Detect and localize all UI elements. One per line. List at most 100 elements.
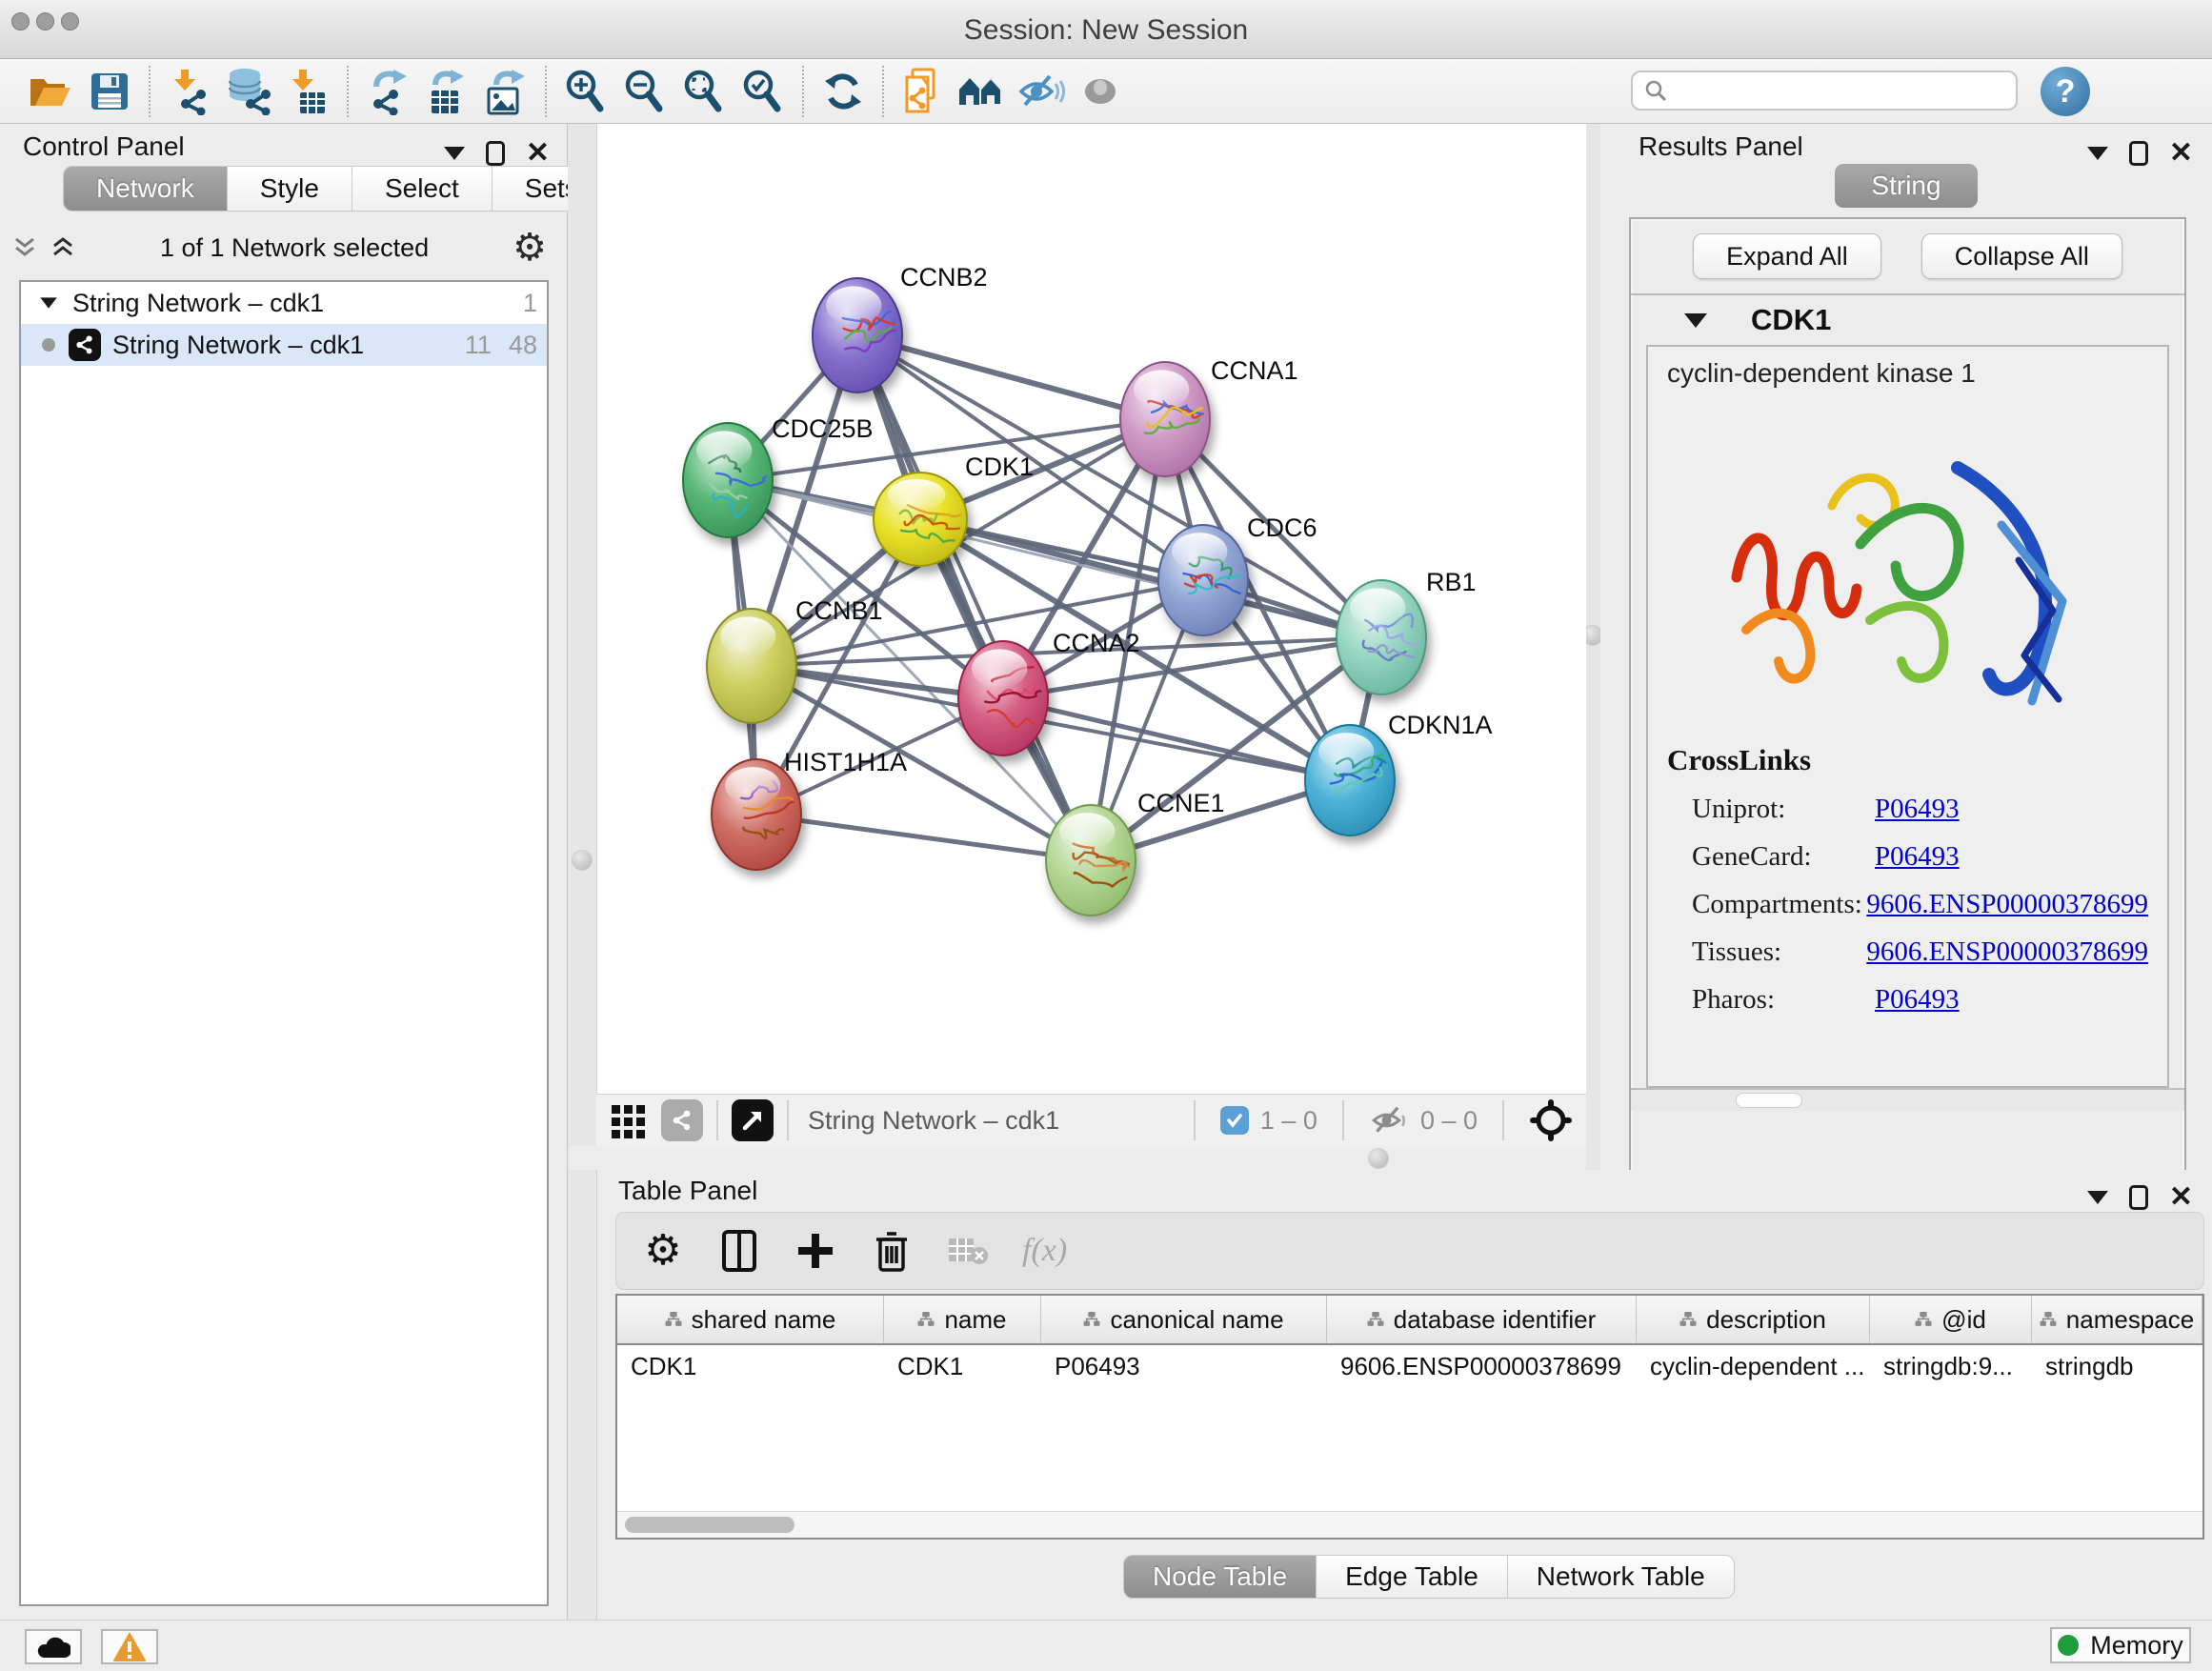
table-cell[interactable]: cyclin-dependent ... <box>1637 1345 1870 1387</box>
results-scrollbar-thumb[interactable] <box>1736 1093 1802 1108</box>
show-all-button[interactable] <box>1071 65 1130 118</box>
first-neighbors-button[interactable] <box>953 65 1012 118</box>
import-network-from-database-button[interactable] <box>219 65 278 118</box>
network-collection-row[interactable]: String Network – cdk1 1 <box>21 282 547 324</box>
open-session-button[interactable] <box>21 65 80 118</box>
tab-string[interactable]: String <box>1835 164 1978 208</box>
save-session-button[interactable] <box>80 65 139 118</box>
zoom-out-button[interactable] <box>615 65 674 118</box>
column-header-shared-name[interactable]: shared name <box>617 1296 884 1343</box>
table-type-tabs: Node TableEdge TableNetwork Table <box>1123 1555 1735 1599</box>
hide-selected-button[interactable] <box>1012 65 1071 118</box>
table-cell[interactable]: P06493 <box>1041 1345 1327 1387</box>
panel-float-icon[interactable] <box>2129 1185 2148 1210</box>
network-edge-CCNB2-CCNE1[interactable] <box>857 335 1091 860</box>
network-row-selected[interactable]: String Network – cdk1 11 48 <box>21 324 547 366</box>
crosslink-link[interactable]: 9606.ENSP00000378699 <box>1866 936 2148 968</box>
expand-all-button[interactable]: Expand All <box>1693 233 1881 279</box>
crosslink-link[interactable]: P06493 <box>1875 794 1960 825</box>
gene-entry-header[interactable]: CDK1 <box>1631 295 2184 345</box>
expand-all-icon[interactable] <box>50 237 76 258</box>
table-options-gear-icon[interactable]: ⚙ <box>641 1229 685 1273</box>
zoom-selected-button[interactable] <box>734 65 793 118</box>
panel-close-icon[interactable]: ✕ <box>2169 1183 2193 1212</box>
apply-layout-button[interactable] <box>814 65 873 118</box>
selected-nodes-checkbox[interactable] <box>1220 1106 1249 1135</box>
tab-node-table[interactable]: Node Table <box>1123 1555 1317 1599</box>
bottom-splitter-handle[interactable] <box>1368 1148 1389 1169</box>
results-scrollbar[interactable] <box>1631 1088 2184 1111</box>
create-column-icon[interactable] <box>794 1229 837 1273</box>
collapse-all-button[interactable]: Collapse All <box>1921 233 2122 279</box>
network-node-CDKN1A[interactable]: CDKN1A <box>1305 711 1493 836</box>
panel-collapse-icon[interactable] <box>2087 147 2108 160</box>
table-cell[interactable]: stringdb:9... <box>1870 1345 2032 1387</box>
birdseye-view-icon[interactable] <box>732 1099 774 1141</box>
panel-close-icon[interactable]: ✕ <box>526 139 550 168</box>
export-image-button[interactable] <box>476 65 535 118</box>
column-header-namespace[interactable]: namespace <box>2032 1296 2202 1343</box>
export-table-button[interactable] <box>417 65 476 118</box>
tab-network[interactable]: Network <box>63 166 228 211</box>
table-cell[interactable]: stringdb <box>2032 1345 2202 1387</box>
show-columns-icon[interactable] <box>717 1229 761 1273</box>
table-row[interactable]: CDK1CDK1P064939606.ENSP00000378699cyclin… <box>617 1345 2202 1387</box>
network-view-share-icon[interactable] <box>661 1099 703 1141</box>
node-label-CDC25B: CDC25B <box>772 414 874 443</box>
left-splitter[interactable] <box>568 124 596 1620</box>
zoom-fit-button[interactable] <box>674 65 734 118</box>
crosslink-link[interactable]: 9606.ENSP00000378699 <box>1866 889 2148 920</box>
network-node-RB1[interactable]: RB1 <box>1337 568 1477 695</box>
import-table-button[interactable] <box>278 65 337 118</box>
network-graph[interactable]: CCNB2 CCNA1 CDC25B CDK1 CDC6 RB1 CCNB1 C… <box>597 124 1587 1094</box>
column-header-canonical-name[interactable]: canonical name <box>1041 1296 1327 1343</box>
network-node-CCNE1[interactable]: CCNE1 <box>1046 789 1225 916</box>
network-node-CCNB2[interactable]: CCNB2 <box>813 263 988 393</box>
warnings-button[interactable] <box>101 1629 158 1664</box>
column-header-@id[interactable]: @id <box>1870 1296 2032 1343</box>
clone-network-button[interactable] <box>894 65 953 118</box>
column-header-description[interactable]: description <box>1637 1296 1870 1343</box>
table-cell[interactable]: CDK1 <box>884 1345 1041 1387</box>
fit-selected-crosshair-icon[interactable] <box>1529 1098 1573 1142</box>
search-input[interactable] <box>1667 76 1991 106</box>
network-options-gear-icon[interactable]: ⚙ <box>513 229 547 267</box>
collapse-all-icon[interactable] <box>11 237 38 258</box>
delete-column-icon[interactable] <box>870 1229 914 1273</box>
panel-collapse-icon[interactable] <box>2087 1191 2108 1204</box>
cloud-status-button[interactable] <box>25 1629 82 1664</box>
panel-float-icon[interactable] <box>486 141 505 166</box>
table-cell[interactable]: CDK1 <box>617 1345 884 1387</box>
network-canvas[interactable]: CCNB2 CCNA1 CDC25B CDK1 CDC6 RB1 CCNB1 C… <box>596 124 1586 1094</box>
table-scrollbar[interactable] <box>617 1511 2202 1538</box>
search-box[interactable] <box>1631 70 2018 111</box>
help-button[interactable]: ? <box>2041 67 2090 116</box>
table-cell[interactable]: 9606.ENSP00000378699 <box>1327 1345 1637 1387</box>
network-node-CCNA1[interactable]: CCNA1 <box>1120 356 1298 476</box>
node-label-CDC6: CDC6 <box>1247 513 1317 542</box>
network-edge-HIST1H1A-CCNE1[interactable] <box>756 815 1091 860</box>
network-edge-CCNB2-CCNA1[interactable] <box>857 335 1165 419</box>
tree-expander-icon[interactable] <box>40 297 57 308</box>
panel-collapse-icon[interactable] <box>444 147 465 160</box>
left-splitter-handle[interactable] <box>572 850 593 871</box>
import-network-button[interactable] <box>160 65 219 118</box>
table-scrollbar-thumb[interactable] <box>625 1517 794 1533</box>
network-node-HIST1H1A[interactable]: HIST1H1A <box>712 748 907 870</box>
tab-edge-table[interactable]: Edge Table <box>1317 1555 1508 1599</box>
column-header-database-identifier[interactable]: database identifier <box>1327 1296 1637 1343</box>
entry-expander-icon[interactable] <box>1684 313 1707 328</box>
memory-button[interactable]: Memory <box>2050 1627 2191 1663</box>
tab-style[interactable]: Style <box>228 166 352 211</box>
zoom-in-button[interactable] <box>556 65 615 118</box>
column-header-name[interactable]: name <box>884 1296 1041 1343</box>
tab-network-table[interactable]: Network Table <box>1508 1555 1735 1599</box>
panel-close-icon[interactable]: ✕ <box>2169 139 2193 168</box>
tab-select[interactable]: Select <box>352 166 493 211</box>
export-network-button[interactable] <box>358 65 417 118</box>
crosslink-link[interactable]: P06493 <box>1875 841 1960 873</box>
grid-view-icon[interactable] <box>610 1101 648 1139</box>
panel-float-icon[interactable] <box>2129 141 2148 166</box>
bottom-splitter[interactable] <box>568 1146 1586 1170</box>
crosslink-link[interactable]: P06493 <box>1875 984 1960 1016</box>
